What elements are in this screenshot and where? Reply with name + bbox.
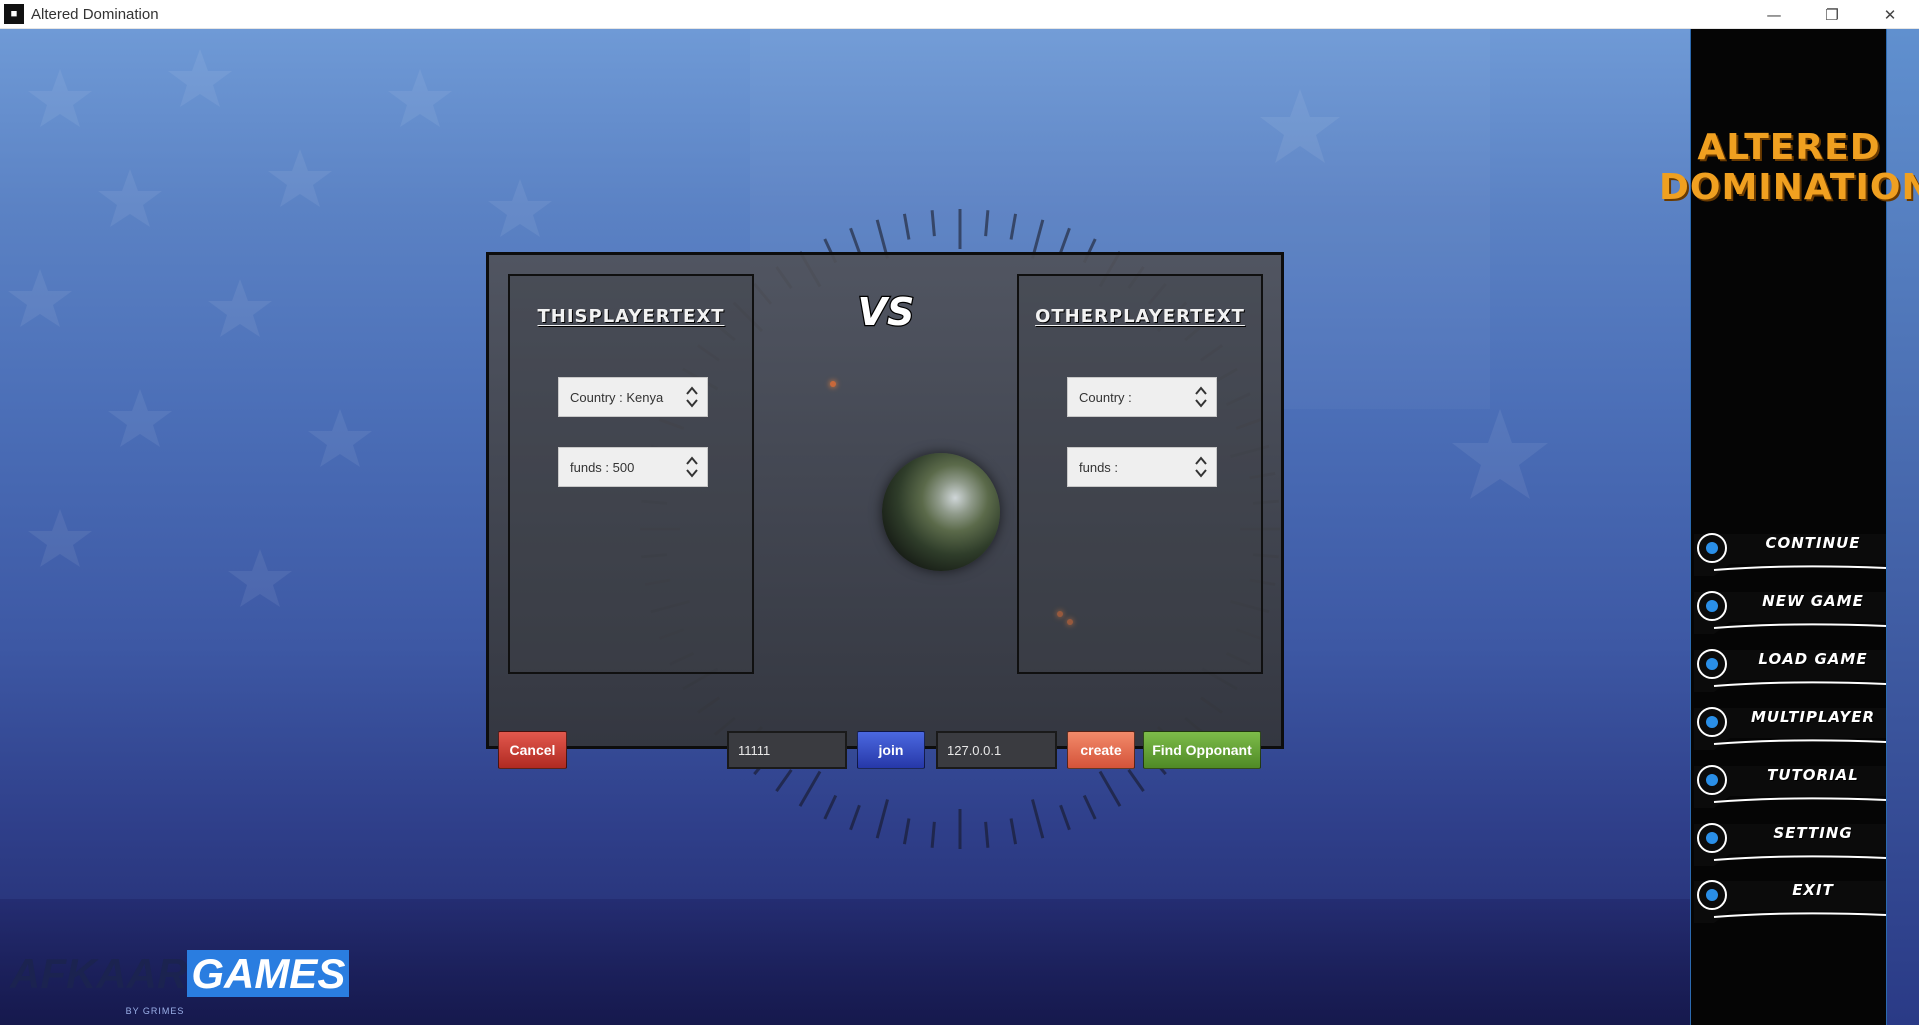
menu-item-label: LOAD GAME [1758, 650, 1868, 668]
dial-tick [875, 799, 889, 839]
company-name-part2: GAMES [187, 950, 350, 997]
window-title-bar: ■ Altered Domination — ❐ ✕ [0, 0, 1919, 29]
other-player-funds-value: funds : [1079, 459, 1119, 475]
create-button[interactable]: create [1067, 731, 1135, 769]
company-name-part1: AFKAAR [10, 950, 188, 997]
close-icon[interactable]: ✕ [1861, 0, 1919, 29]
spark-decoration [830, 381, 836, 387]
spinner-arrows-icon[interactable] [685, 453, 699, 481]
menu-item-continue[interactable]: CONTINUE [1690, 530, 1890, 582]
dial-tick [1031, 799, 1045, 839]
this-player-title: THISPLAYERTEXT [537, 306, 725, 327]
dial-tick [902, 818, 911, 845]
window-title: Altered Domination [31, 5, 159, 23]
multiplayer-dialog: THISPLAYERTEXT Country : Kenya funds : 5… [486, 252, 1284, 769]
dial-tick [930, 210, 936, 237]
other-player-panel: OTHERPLAYERTEXT Country : funds : [1017, 274, 1263, 674]
vs-text: VS [858, 290, 915, 334]
menu-item-new-game[interactable]: NEW GAME [1690, 588, 1890, 640]
dial-tick [1082, 794, 1097, 820]
game-logo: ALTERED DOMINATION [1659, 128, 1919, 208]
other-player-country-value: Country : [1079, 389, 1132, 405]
other-player-title: OTHERPLAYERTEXT [1035, 306, 1245, 327]
spinner-arrows-icon[interactable] [685, 383, 699, 411]
other-player-funds-spinner[interactable]: funds : [1067, 447, 1217, 487]
menu-item-exit[interactable]: EXIT [1690, 877, 1890, 929]
dial-tick [1059, 804, 1071, 831]
dial-tick [775, 768, 793, 792]
this-player-panel: THISPLAYERTEXT Country : Kenya funds : 5… [508, 274, 754, 674]
company-byline: BY GRIMES [125, 1006, 185, 1016]
find-opponent-button[interactable]: Find Opponant [1143, 731, 1261, 769]
menu-item-label: TUTORIAL [1767, 766, 1859, 784]
dial-tick [1009, 818, 1018, 845]
window-controls: — ❐ ✕ [1745, 0, 1919, 29]
app-icon: ■ [4, 4, 24, 24]
menu-item-multiplayer[interactable]: MULTIPLAYER [1690, 704, 1890, 756]
dial-tick [1127, 768, 1145, 792]
dial-tick [849, 227, 861, 254]
menu-item-label: SETTING [1773, 824, 1853, 842]
dial-tick [823, 794, 838, 820]
restore-icon[interactable]: ❐ [1803, 0, 1861, 29]
menu-item-load-game[interactable]: LOAD GAME [1690, 646, 1890, 698]
dial-tick [1009, 213, 1018, 240]
join-button[interactable]: join [857, 731, 925, 769]
spinner-arrows-icon[interactable] [1194, 453, 1208, 481]
earth-globe-image [882, 453, 1000, 571]
minimize-icon[interactable]: — [1745, 0, 1803, 29]
menu-item-tutorial[interactable]: TUTORIAL [1690, 762, 1890, 814]
dial-tick [984, 210, 990, 237]
dial-tick [930, 821, 936, 848]
dial-tick [1098, 770, 1122, 807]
menu-item-label: MULTIPLAYER [1750, 708, 1876, 726]
dial-tick [849, 804, 861, 831]
dial-tick [902, 213, 911, 240]
port-input[interactable]: 11111 [727, 731, 847, 769]
other-player-country-spinner[interactable]: Country : [1067, 377, 1217, 417]
menu-item-label: CONTINUE [1765, 534, 1861, 552]
this-player-country-spinner[interactable]: Country : Kenya [558, 377, 708, 417]
dial-tick [984, 821, 990, 848]
menu-item-setting[interactable]: SETTING [1690, 820, 1890, 872]
dial-tick [1059, 227, 1071, 254]
this-player-funds-spinner[interactable]: funds : 500 [558, 447, 708, 487]
ip-address-input[interactable]: 127.0.0.1 [936, 731, 1057, 769]
cancel-button[interactable]: Cancel [498, 731, 567, 769]
game-logo-line2: DOMINATION [1659, 167, 1919, 208]
menu-item-label: EXIT [1792, 881, 1834, 899]
dial-tick [798, 770, 822, 807]
company-logo: AFKAARGAMES BY GRIMES [10, 950, 350, 1020]
company-name: AFKAARGAMES [10, 950, 350, 998]
menu-item-label: NEW GAME [1762, 592, 1864, 610]
vs-logo: VS [856, 289, 915, 335]
game-logo-line1: ALTERED [1697, 127, 1881, 168]
this-player-country-value: Country : Kenya [570, 389, 664, 405]
this-player-funds-value: funds : 500 [570, 459, 635, 475]
spinner-arrows-icon[interactable] [1194, 383, 1208, 411]
